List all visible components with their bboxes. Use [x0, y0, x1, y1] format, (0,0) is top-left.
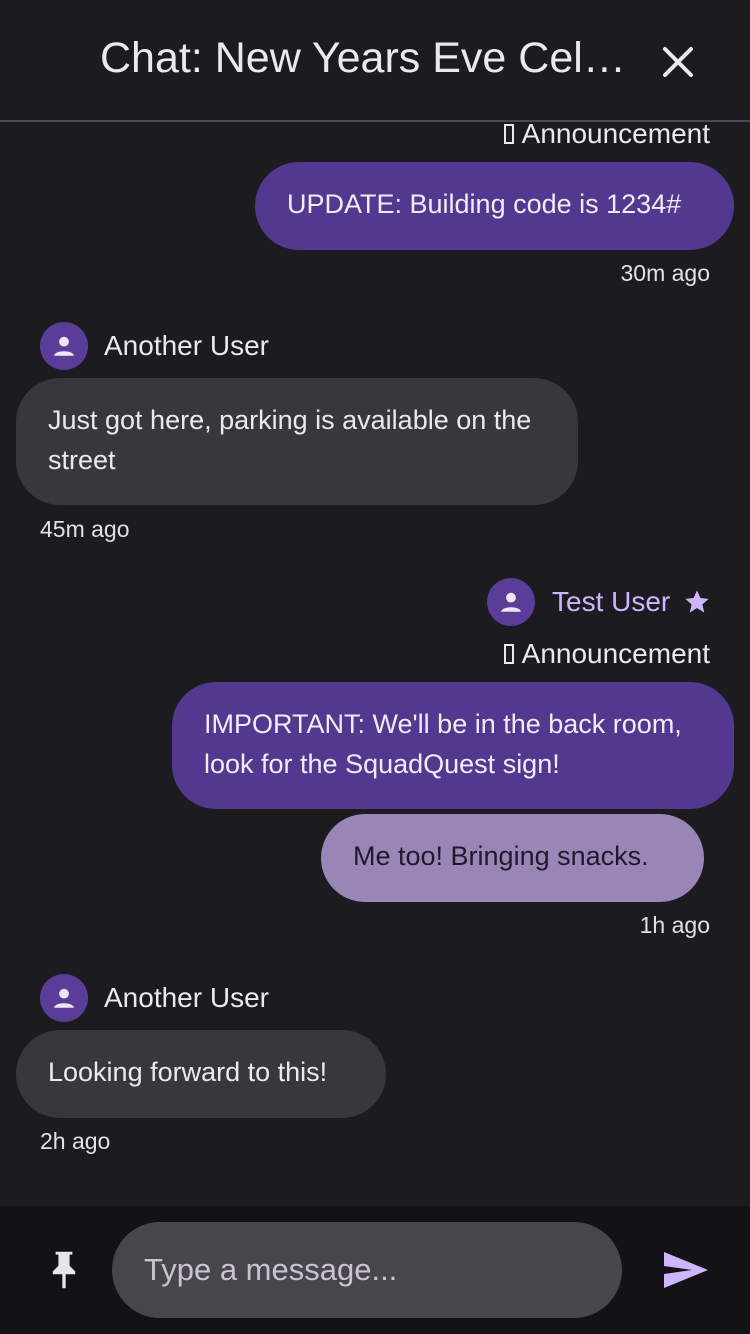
avatar[interactable]: [487, 578, 535, 626]
message-text: Me too! Bringing snacks.: [353, 841, 649, 871]
announcement-label: Announcement: [503, 122, 710, 150]
message-input-container: [112, 1222, 622, 1318]
sender-name: Another User: [104, 982, 269, 1013]
message-composer: [0, 1206, 750, 1334]
star-icon: [685, 590, 709, 613]
message-bubble[interactable]: Me too! Bringing snacks.: [321, 814, 704, 902]
chat-sheet: Chat: New Years Eve Celebration Announce…: [0, 0, 750, 1334]
avatar[interactable]: [40, 974, 88, 1022]
person-icon: [54, 336, 74, 356]
announcement-icon: [503, 644, 514, 664]
message-bubble[interactable]: Just got here, parking is available on t…: [16, 378, 578, 505]
announcement-text: Announcement: [521, 122, 710, 149]
message-text: Just got here, parking is available on t…: [48, 405, 532, 475]
message-text: IMPORTANT: We'll be in the back room, lo…: [204, 709, 682, 779]
message-list[interactable]: Announcement UPDATE: Building code is 12…: [0, 122, 750, 1204]
message-timestamp: 30m ago: [620, 260, 710, 286]
close-button[interactable]: [654, 38, 702, 86]
message-input[interactable]: [112, 1222, 622, 1318]
pin-button[interactable]: [40, 1246, 88, 1294]
announcement-text: Announcement: [521, 638, 710, 669]
chat-header: Chat: New Years Eve Celebration: [0, 0, 750, 122]
message-bubble[interactable]: IMPORTANT: We'll be in the back room, lo…: [172, 682, 734, 809]
avatar[interactable]: [40, 322, 88, 370]
person-icon: [54, 988, 74, 1008]
sender-name: Another User: [104, 330, 269, 361]
announcement-label: Announcement: [503, 638, 710, 670]
send-icon: [664, 1252, 708, 1288]
sender-name: Test User: [552, 586, 671, 617]
message-text: Looking forward to this!: [48, 1057, 328, 1087]
announcement-icon: [503, 124, 514, 144]
message-timestamp: 45m ago: [40, 516, 130, 542]
message-bubble[interactable]: UPDATE: Building code is 1234#: [255, 162, 734, 250]
close-icon: [663, 47, 693, 77]
message-timestamp: 1h ago: [639, 912, 710, 938]
chat-title: Chat: New Years Eve Celebration: [100, 34, 630, 82]
person-icon: [501, 592, 521, 612]
pin-icon: [52, 1251, 76, 1289]
message-bubble[interactable]: Looking forward to this!: [16, 1030, 386, 1118]
send-button[interactable]: [660, 1246, 712, 1294]
message-text: UPDATE: Building code is 1234#: [287, 189, 682, 219]
message-timestamp: 2h ago: [40, 1128, 111, 1154]
